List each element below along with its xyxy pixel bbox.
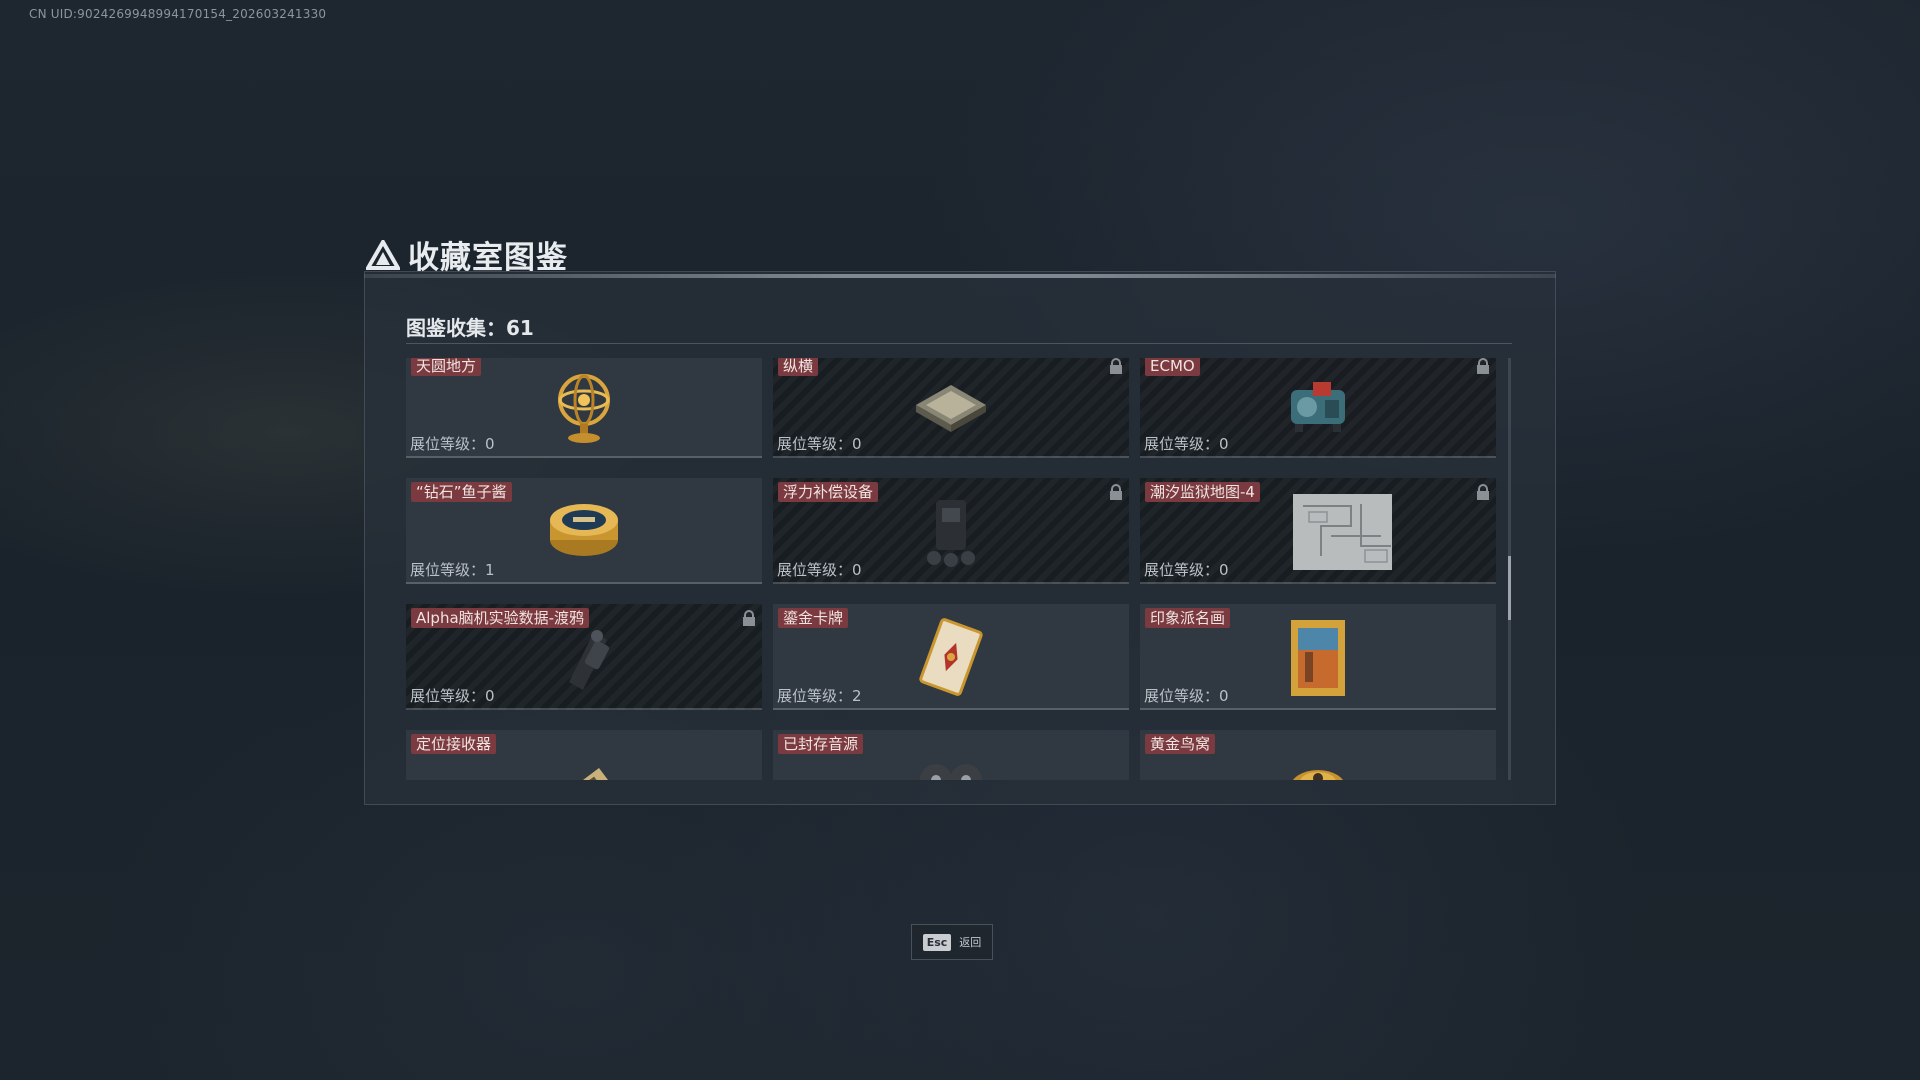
item-grid[interactable]: 天圆地方 展位等级：0 纵横 展位等级：0 ECMO 展位等级：0 “钻石”鱼子… [406,358,1496,780]
sealed-audio-reel-icon [920,764,982,780]
chessboard-icon [916,385,986,432]
data-device-icon [569,630,610,690]
collection-card[interactable]: 印象派名画 展位等级：0 [1140,604,1496,710]
lock-icon [1110,484,1122,500]
item-name: 黄金鸟窝 [1145,734,1216,754]
item-name: 天圆地方 [411,358,482,376]
display-level: 展位等级：0 [1144,561,1229,579]
lock-icon [743,610,755,626]
collection-card[interactable]: 天圆地方 展位等级：0 [406,358,762,458]
lock-icon [1110,358,1122,374]
buoyancy-device-icon [927,500,975,567]
collection-card[interactable]: 已封存音源 [773,730,1129,780]
caviar-tin-icon [550,504,618,556]
item-name: “钻石”鱼子酱 [411,482,512,502]
item-name: 纵横 [778,358,819,376]
prison-map-icon [1292,494,1392,570]
panel-header: 收藏室图鉴 [366,232,568,277]
collection-card[interactable]: 鎏金卡牌 展位等级：2 [773,604,1129,710]
gilded-card-icon [919,618,983,696]
item-name: 潮汐监狱地图-4 [1145,482,1260,502]
collection-card[interactable]: 黄金鸟窝 [1140,730,1496,780]
lock-icon [1477,358,1489,374]
display-level: 展位等级：0 [410,435,495,453]
framed-painting-icon [1291,620,1345,696]
display-level: 展位等级：1 [410,561,495,579]
divider [406,343,1512,344]
collection-card[interactable]: “钻石”鱼子酱 展位等级：1 [406,478,762,584]
display-level: 展位等级：0 [777,561,862,579]
item-name: 印象派名画 [1145,608,1231,628]
display-level: 展位等级：0 [777,435,862,453]
back-label: 返回 [959,936,982,949]
esc-key-badge: Esc [922,933,952,951]
ecmo-machine-icon [1291,382,1345,432]
collection-card[interactable]: 定位接收器 [406,730,762,780]
back-button[interactable]: Esc 返回 [911,924,993,960]
item-name: 已封存音源 [778,734,864,754]
lock-icon [1477,484,1489,500]
item-name: 定位接收器 [411,734,497,754]
golden-nest-icon [1292,770,1344,780]
collection-card[interactable]: ECMO 展位等级：0 [1140,358,1496,458]
collection-card[interactable]: 纵横 展位等级：0 [773,358,1129,458]
collection-card[interactable]: 潮汐监狱地图-4 展位等级：0 [1140,478,1496,584]
collection-card[interactable]: 浮力补偿设备 展位等级：0 [773,478,1129,584]
item-name: ECMO [1145,358,1200,376]
uid-label: CN UID:9024269948994170154_202603241330 [29,7,327,21]
page-title: 收藏室图鉴 [408,240,568,276]
display-level: 展位等级：2 [777,687,862,705]
scrollbar-thumb[interactable] [1508,556,1511,620]
collection-card[interactable]: Alpha脑机实验数据-渡鸦 展位等级：0 [406,604,762,710]
collection-count: 图鉴收集：61 [406,316,534,340]
armillary-sphere-icon [558,374,610,443]
item-name: 鎏金卡牌 [778,608,849,628]
item-name: 浮力补偿设备 [778,482,879,502]
locator-receiver-icon [576,768,608,780]
display-level: 展位等级：0 [410,687,495,705]
triangle-logo-icon [366,239,400,270]
display-level: 展位等级：0 [1144,435,1229,453]
display-level: 展位等级：0 [1144,687,1229,705]
